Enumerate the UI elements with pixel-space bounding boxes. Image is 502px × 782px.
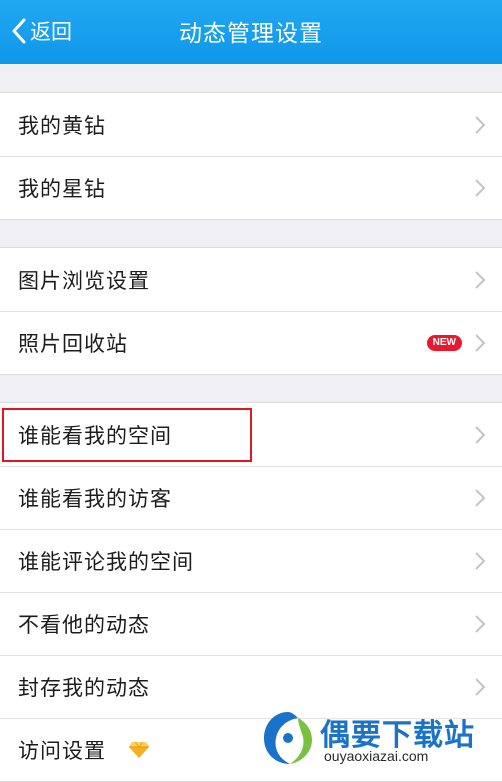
watermark-url: ouyaoxiazai.com <box>324 748 429 764</box>
chevron-right-icon <box>475 489 486 507</box>
item-label: 谁能评论我的空间 <box>18 550 194 574</box>
chevron-right-icon <box>475 615 486 633</box>
list-item-hide-their-feed[interactable]: 不看他的动态 <box>0 592 502 655</box>
item-label: 谁能看我的空间 <box>18 423 172 448</box>
chevron-right-icon <box>475 552 486 570</box>
list-item-who-can-view-visitors[interactable]: 谁能看我的访客 <box>0 466 502 529</box>
page-title: 动态管理设置 <box>179 21 323 47</box>
item-label: 封存我的动态 <box>18 676 150 700</box>
watermark: 偶要下载站 ouyaoxiazai.com <box>258 706 502 771</box>
item-label: 访问设置 <box>18 739 106 763</box>
chevron-right-icon <box>475 678 486 696</box>
chevron-right-icon <box>475 115 486 134</box>
chevron-right-icon <box>475 425 486 444</box>
new-badge: NEW <box>426 335 462 351</box>
list-item-photo-recycle-bin[interactable]: 照片回收站 NEW <box>0 311 502 374</box>
item-label: 我的星钻 <box>18 177 106 201</box>
item-label: 谁能看我的访客 <box>18 487 172 511</box>
chevron-right-icon <box>475 270 486 289</box>
list-item-star-diamond[interactable]: 我的星钻 <box>0 156 502 219</box>
item-label: 我的黄钻 <box>18 113 106 138</box>
chevron-right-icon <box>475 179 486 197</box>
diamond-icon <box>129 741 149 758</box>
navigation-bar: 返回 动态管理设置 <box>0 0 502 64</box>
settings-group-vip: 我的黄钻 我的星钻 <box>0 92 502 220</box>
item-label: 图片浏览设置 <box>18 268 150 293</box>
site-logo-icon <box>264 712 312 764</box>
list-item-yellow-diamond[interactable]: 我的黄钻 <box>0 93 502 156</box>
item-label: 不看他的动态 <box>18 613 150 637</box>
list-item-who-can-comment[interactable]: 谁能评论我的空间 <box>0 529 502 592</box>
chevron-right-icon <box>475 334 486 352</box>
list-item-image-browse-settings[interactable]: 图片浏览设置 <box>0 248 502 311</box>
list-item-who-can-view-space[interactable]: 谁能看我的空间 <box>0 403 502 466</box>
settings-group-photos: 图片浏览设置 照片回收站 NEW <box>0 247 502 375</box>
item-label: 照片回收站 <box>18 332 128 356</box>
